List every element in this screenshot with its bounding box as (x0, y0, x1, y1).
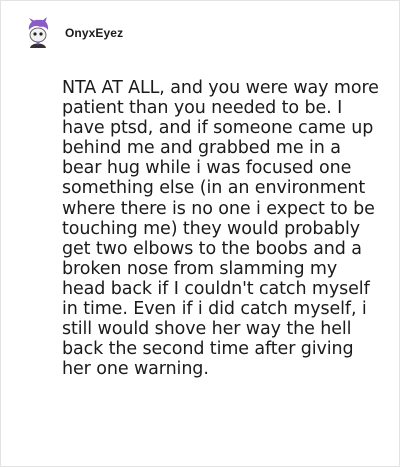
comment-body: NTA AT ALL, and you were way more patien… (62, 78, 379, 380)
comment-header: OnyxEyez (20, 15, 123, 51)
comment-card: OnyxEyez NTA AT ALL, and you were way mo… (0, 0, 400, 467)
username[interactable]: OnyxEyez (65, 26, 123, 40)
avatar-icon (20, 15, 56, 51)
avatar[interactable] (20, 15, 56, 51)
